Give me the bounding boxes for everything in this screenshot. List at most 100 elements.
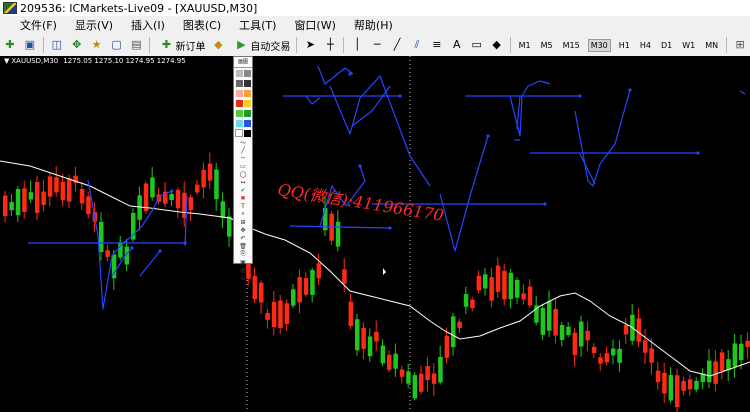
drawn-arrow-head xyxy=(486,134,490,138)
save-tool-icon[interactable]: ▤ xyxy=(236,266,250,274)
menu-window[interactable]: 窗口(W) xyxy=(285,17,344,33)
candle xyxy=(476,275,482,291)
candle xyxy=(15,188,21,216)
menu-file[interactable]: 文件(F) xyxy=(0,17,66,33)
rectangle-tool-icon[interactable]: ▭ xyxy=(236,162,250,170)
timeframe-d1[interactable]: D1 xyxy=(659,40,674,51)
chart-symbol: XAUUSD,M30 xyxy=(11,57,59,65)
candle xyxy=(463,294,469,307)
crosshair-icon[interactable]: ┼ xyxy=(323,38,337,52)
cursor-icon[interactable]: ➤ xyxy=(303,38,317,52)
color-swatch[interactable] xyxy=(235,109,243,117)
color-swatch[interactable] xyxy=(235,69,243,77)
autotrading-button[interactable]: ▶ 自动交易 xyxy=(231,38,290,53)
market-watch-icon[interactable]: ◫ xyxy=(50,38,64,52)
grid-tool-icon[interactable]: ⊞ xyxy=(236,218,250,226)
timeframe-h4[interactable]: H4 xyxy=(638,40,653,51)
terminal-icon[interactable]: ▢ xyxy=(110,38,124,52)
candle xyxy=(310,270,315,295)
color-swatch[interactable] xyxy=(235,119,243,127)
new-order-button[interactable]: ✚ 新订单 xyxy=(156,38,206,53)
move-tool-icon[interactable]: ✥ xyxy=(236,226,250,234)
menu-view[interactable]: 显示(V) xyxy=(66,17,122,33)
price-chart[interactable] xyxy=(0,56,750,412)
trendline-icon[interactable]: ╱ xyxy=(390,38,404,52)
horizontal-line-icon[interactable]: ─ xyxy=(370,38,384,52)
candle xyxy=(316,263,322,279)
color-swatch[interactable] xyxy=(243,99,251,107)
candle xyxy=(495,265,501,292)
color-swatch[interactable] xyxy=(243,79,251,87)
settings-tool-icon[interactable]: ⚙ xyxy=(236,274,250,282)
timeframe-h1[interactable]: H1 xyxy=(617,40,632,51)
text-icon[interactable]: A xyxy=(450,38,464,52)
candle xyxy=(662,372,667,394)
drawn-trendline xyxy=(305,95,321,105)
menu-charts[interactable]: 图表(C) xyxy=(174,17,230,33)
new-order-icon: ✚ xyxy=(161,38,172,51)
toolbar-separator xyxy=(343,37,345,53)
color-swatch[interactable] xyxy=(243,119,251,127)
zoom-tool-icon[interactable]: ⌕ xyxy=(236,210,250,218)
chart-window[interactable]: ▼ XAUUSD,M30 1275.05 1275.10 1274.95 1274.… xyxy=(0,56,750,412)
data-window-icon[interactable]: ✥ xyxy=(70,38,84,52)
cross-tool-icon[interactable]: ✖ xyxy=(236,194,250,202)
candle xyxy=(591,346,597,354)
timeframe-w1[interactable]: W1 xyxy=(680,40,697,51)
candle xyxy=(54,177,59,193)
timeframe-mn[interactable]: MN xyxy=(703,40,720,51)
color-swatch[interactable] xyxy=(244,129,251,137)
timeframe-m5[interactable]: M5 xyxy=(539,40,555,51)
candle xyxy=(335,221,341,247)
navigator-icon[interactable]: ★ xyxy=(90,38,104,52)
menu-insert[interactable]: 插入(I) xyxy=(122,17,174,33)
color-swatch[interactable] xyxy=(235,89,243,97)
hline-tool-icon[interactable]: ─ xyxy=(236,154,250,162)
profiles-icon[interactable]: ▣ xyxy=(23,38,37,52)
candle xyxy=(342,269,347,284)
candle xyxy=(387,354,392,370)
main-toolbar: ✚ ▣ ◫ ✥ ★ ▢ ▤ ✚ 新订单 ◆ ▶ 自动交易 ➤ ┼ │ ─ ╱ ⫽… xyxy=(0,34,750,57)
menu-tools[interactable]: 工具(T) xyxy=(230,17,285,33)
copy-tool-icon[interactable]: ⎘ xyxy=(236,250,250,258)
pen-tool-icon[interactable]: 〜 xyxy=(236,138,250,147)
color-swatch[interactable] xyxy=(235,129,243,137)
new-order-label: 新订单 xyxy=(175,41,206,53)
color-swatch[interactable] xyxy=(243,109,251,117)
fibonacci-icon[interactable]: ≡ xyxy=(430,38,444,52)
menu-bar: 文件(F) 显示(V) 插入(I) 图表(C) 工具(T) 窗口(W) 帮助(H… xyxy=(0,16,750,34)
text-tool-icon[interactable]: T xyxy=(236,202,250,210)
ellipse-tool-icon[interactable]: ◯ xyxy=(236,170,250,178)
text-label-icon[interactable]: ▭ xyxy=(470,38,484,52)
candle xyxy=(195,184,200,193)
vertical-line-icon[interactable]: │ xyxy=(350,38,364,52)
candle xyxy=(675,375,680,408)
color-swatch[interactable] xyxy=(243,69,251,77)
menu-help[interactable]: 帮助(H) xyxy=(345,17,402,33)
candle xyxy=(201,169,206,188)
screenshot-tool-icon[interactable]: ▣ xyxy=(236,258,250,266)
timeframe-m15[interactable]: M15 xyxy=(561,40,582,51)
line-tool-icon[interactable]: ╱ xyxy=(236,146,250,154)
timeframe-m30[interactable]: M30 xyxy=(587,38,611,52)
candle xyxy=(284,303,290,325)
color-swatch[interactable] xyxy=(235,99,243,107)
chart-menu-icon[interactable]: ▼ xyxy=(4,57,9,65)
candle xyxy=(169,194,174,201)
equidistant-channel-icon[interactable]: ⫽ xyxy=(410,38,424,52)
delete-tool-icon[interactable]: 🗑 xyxy=(236,242,250,250)
metaeditor-icon[interactable]: ◆ xyxy=(211,38,225,52)
color-swatch[interactable] xyxy=(243,89,251,97)
color-swatch[interactable] xyxy=(235,79,243,87)
arrows-icon[interactable]: ◆ xyxy=(490,38,504,52)
candle xyxy=(265,313,270,320)
candle xyxy=(220,201,226,219)
arrow-tool-icon[interactable]: ↔ xyxy=(236,178,250,186)
timeframe-m1[interactable]: M1 xyxy=(517,40,533,51)
new-chart-icon[interactable]: ✚ xyxy=(3,38,17,52)
undo-tool-icon[interactable]: ↶ xyxy=(236,234,250,242)
check-tool-icon[interactable]: ✔ xyxy=(236,186,250,194)
candle xyxy=(278,300,283,329)
strategy-tester-icon[interactable]: ▤ xyxy=(130,38,144,52)
more-tools-icon[interactable]: ⊞ xyxy=(733,38,747,52)
